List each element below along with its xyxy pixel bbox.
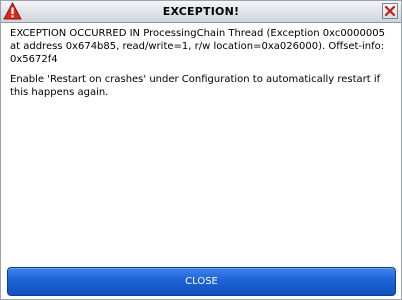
exception-dialog: EXCEPTION! EXCEPTION OCCURRED IN Process… — [0, 0, 402, 300]
restart-hint-message: Enable 'Restart on crashes' under Config… — [10, 74, 381, 98]
close-window-button[interactable] — [382, 3, 398, 19]
window-title: EXCEPTION! — [162, 5, 240, 18]
title-bar: EXCEPTION! — [1, 1, 401, 23]
close-x-icon — [385, 6, 395, 16]
message-area: EXCEPTION OCCURRED IN ProcessingChain Th… — [10, 27, 394, 106]
exception-message: EXCEPTION OCCURRED IN ProcessingChain Th… — [10, 28, 385, 65]
close-button[interactable]: CLOSE — [7, 267, 396, 296]
